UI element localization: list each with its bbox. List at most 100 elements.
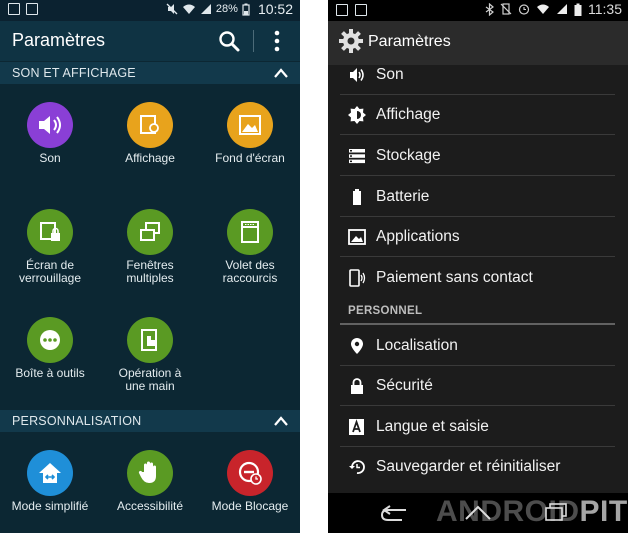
notification-icon <box>8 3 20 15</box>
tile-son[interactable]: Son <box>0 102 100 165</box>
backup-icon <box>349 460 365 474</box>
divider <box>340 405 615 406</box>
tile-fenetres-multiples[interactable]: Fenêtres multiples <box>100 209 200 285</box>
item-label: Son <box>376 66 404 83</box>
status-clock: 10:52 <box>257 1 293 17</box>
mute-icon <box>166 3 178 15</box>
settings-item-sauvegarder[interactable]: Sauvegarder et réinitialiser <box>328 447 628 487</box>
chevron-up-icon[interactable] <box>273 66 289 80</box>
tile-fond-ecran[interactable]: Fond d'écran <box>200 102 300 165</box>
back-icon[interactable] <box>380 505 408 521</box>
settings-gear-icon[interactable] <box>338 28 364 54</box>
item-label: Sécurité <box>376 377 433 394</box>
status-bar: 28% 10:52 <box>0 0 300 21</box>
wifi-icon <box>537 4 549 14</box>
image-icon <box>336 4 348 16</box>
page-title: Paramètres <box>368 33 451 50</box>
android-settings-screen: 11:35 Paramètres Son Affichage Stockage <box>328 0 628 533</box>
more-options-icon[interactable] <box>267 29 287 53</box>
section-label: SON ET AFFICHAGE <box>12 66 136 80</box>
battery-icon <box>353 189 361 205</box>
volume-icon <box>350 68 364 82</box>
item-label: Batterie <box>376 188 430 205</box>
item-label: Localisation <box>376 337 458 354</box>
alarm-icon <box>518 4 530 15</box>
section-label: PERSONNALISATION <box>12 414 142 428</box>
settings-item-applications[interactable]: Applications <box>328 217 628 257</box>
lock-screen-icon <box>27 209 73 255</box>
item-label: Applications <box>376 228 460 245</box>
storage-icon <box>349 149 365 164</box>
tile-mode-blocage[interactable]: Mode Blocage <box>200 450 300 513</box>
item-label: Sauvegarder et réinitialiser <box>376 458 561 475</box>
location-icon <box>351 338 363 354</box>
block-mode-icon <box>227 450 273 496</box>
settings-item-langue[interactable]: Langue et saisie <box>328 407 628 447</box>
tile-label: Boîte à outils <box>15 366 85 380</box>
watermark-text-pit: PIT <box>579 495 628 528</box>
settings-item-localisation[interactable]: Localisation <box>328 326 628 366</box>
tile-mode-simplifie[interactable]: Mode simplifié <box>0 450 100 513</box>
page-title: Paramètres <box>12 30 106 50</box>
tile-label: Volet des raccourcis <box>222 258 278 285</box>
tile-label: Accessibilité <box>116 499 184 513</box>
chevron-up-icon[interactable] <box>273 414 289 428</box>
language-icon <box>349 419 364 435</box>
tile-boite-outils[interactable]: Boîte à outils <box>0 317 100 380</box>
section-label: PERSONNEL <box>348 305 423 317</box>
gmail-icon <box>355 4 367 16</box>
tile-label: Mode simplifié <box>11 499 89 513</box>
status-bar: 11:35 <box>328 0 628 21</box>
divider <box>340 134 615 135</box>
settings-item-securite[interactable]: Sécurité <box>328 366 628 406</box>
display-icon <box>127 102 173 148</box>
tile-affichage[interactable]: Affichage <box>100 102 200 165</box>
one-hand-icon <box>127 317 173 363</box>
signal-icon <box>557 4 567 14</box>
wifi-icon <box>182 4 195 14</box>
image-icon <box>26 3 38 15</box>
watermark-text: ANDROID <box>436 495 580 528</box>
settings-item-batterie[interactable]: Batterie <box>328 177 628 217</box>
section-header-sound-display[interactable]: SON ET AFFICHAGE <box>0 62 300 84</box>
settings-item-stockage[interactable]: Stockage <box>328 136 628 176</box>
toolbox-icon <box>27 317 73 363</box>
item-label: Affichage <box>376 106 441 123</box>
tile-accessibilite[interactable]: Accessibilité <box>100 450 200 513</box>
section-header-personnalisation[interactable]: PERSONNALISATION <box>0 410 300 432</box>
tile-label: Opération à une main <box>118 366 182 393</box>
battery-icon <box>574 3 582 16</box>
nfc-icon <box>349 269 366 287</box>
tile-volet-raccourcis[interactable]: Volet des raccourcis <box>200 209 300 285</box>
brightness-icon <box>348 106 366 124</box>
navigation-bar: ANDROIDPIT <box>328 493 628 533</box>
settings-item-son[interactable]: Son <box>328 55 628 95</box>
search-icon[interactable] <box>217 29 241 53</box>
divider <box>340 323 615 325</box>
speaker-icon <box>27 102 73 148</box>
divider <box>340 175 615 176</box>
tile-label: Son <box>39 151 61 165</box>
tile-label: Écran de verrouillage <box>18 258 82 285</box>
item-label: Stockage <box>376 147 441 164</box>
tile-ecran-verrouillage[interactable]: Écran de verrouillage <box>0 209 100 285</box>
item-label: Paiement sans contact <box>376 269 533 286</box>
vibrate-off-icon <box>500 3 512 15</box>
tile-operation-une-main[interactable]: Opération à une main <box>100 317 200 393</box>
tile-label: Fond d'écran <box>215 151 285 165</box>
settings-item-paiement[interactable]: Paiement sans contact <box>328 258 628 298</box>
battery-percent: 28% <box>215 3 238 15</box>
item-label: Langue et saisie <box>376 418 489 435</box>
settings-item-affichage[interactable]: Affichage <box>328 95 628 135</box>
section-header-personnel: PERSONNEL <box>340 301 615 325</box>
signal-icon <box>200 4 211 14</box>
androidpit-watermark: ANDROIDPIT <box>436 495 628 529</box>
apps-icon <box>348 229 366 245</box>
hand-icon <box>127 450 173 496</box>
lock-icon <box>351 378 363 394</box>
wallpaper-icon <box>227 102 273 148</box>
easy-mode-icon <box>27 450 73 496</box>
bluetooth-icon <box>485 2 494 16</box>
tile-label: Affichage <box>125 151 175 165</box>
divider <box>253 30 254 52</box>
